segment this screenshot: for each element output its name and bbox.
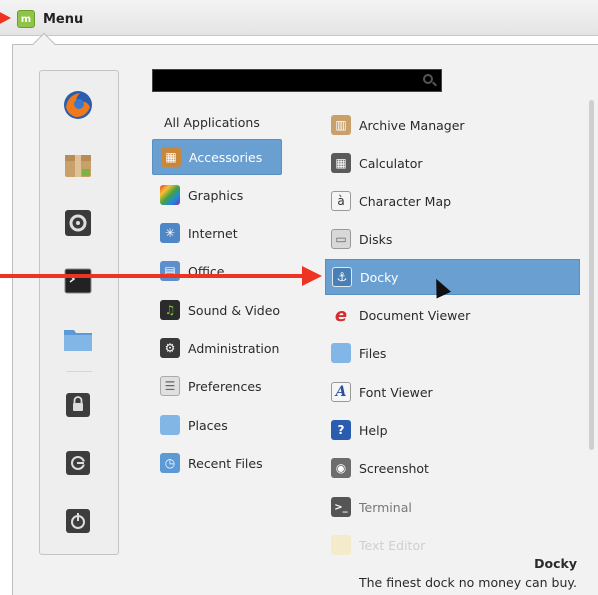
recent-files-icon: ◷ (160, 453, 180, 473)
app-font-viewer[interactable]: A Font Viewer (325, 374, 580, 410)
search-icon (423, 74, 433, 84)
document-viewer-icon: e (334, 304, 348, 326)
preferences-icon: ☰ (160, 376, 180, 396)
files-folder-icon (331, 343, 351, 363)
category-graphics[interactable]: Graphics (152, 177, 282, 213)
screenshot-camera-icon: ◉ (331, 458, 351, 478)
app-label: Screenshot (359, 460, 429, 476)
lock-icon[interactable] (60, 387, 96, 423)
app-label: Help (359, 422, 388, 438)
internet-icon: ✳ (160, 223, 180, 243)
favorites-sidebar (39, 70, 119, 555)
font-viewer-icon: A (331, 382, 351, 402)
accessories-icon: ▦ (161, 147, 181, 167)
app-label: Character Map (359, 193, 452, 209)
search-input[interactable] (152, 69, 442, 92)
category-places[interactable]: Places (152, 407, 282, 443)
places-folder-icon (160, 415, 180, 435)
category-accessories[interactable]: ▦ Accessories (152, 139, 282, 175)
firefox-icon[interactable] (60, 87, 96, 123)
category-label: Sound & Video (188, 302, 281, 318)
settings-icon[interactable] (60, 205, 96, 241)
category-administration[interactable]: ⚙ Administration (152, 330, 282, 366)
logout-icon[interactable] (60, 445, 96, 481)
category-label: Internet (188, 225, 238, 241)
menu-label: Menu (43, 11, 84, 27)
app-archive-manager[interactable]: ▥ Archive Manager (325, 107, 580, 143)
terminal-app-icon: >_ (331, 497, 351, 517)
category-all-applications[interactable]: All Applications (152, 104, 282, 140)
app-files[interactable]: Files (325, 335, 580, 371)
category-label: Graphics (188, 187, 244, 203)
app-label: Document Viewer (359, 307, 471, 323)
text-editor-icon (331, 535, 351, 555)
app-calculator[interactable]: ▦ Calculator (325, 145, 580, 181)
archive-manager-icon: ▥ (331, 115, 351, 135)
app-label: Archive Manager (359, 117, 465, 133)
disks-icon: ▭ (331, 229, 351, 249)
folder-icon[interactable] (60, 321, 96, 357)
app-help[interactable]: ? Help (325, 412, 580, 448)
office-icon: ▤ (160, 261, 180, 281)
category-preferences[interactable]: ☰ Preferences (152, 368, 282, 404)
app-description-text: The finest dock no money can buy. (359, 575, 577, 590)
category-label: All Applications (164, 114, 260, 130)
graphics-icon (160, 185, 180, 205)
category-label: Recent Files (188, 455, 263, 471)
power-icon[interactable] (60, 503, 96, 539)
character-map-icon: à (331, 191, 351, 211)
app-label: Files (359, 345, 387, 361)
category-label: Places (188, 417, 228, 433)
category-label: Preferences (188, 378, 262, 394)
category-internet[interactable]: ✳ Internet (152, 215, 282, 251)
app-label: Disks (359, 231, 393, 247)
app-docky[interactable]: ⚓ Docky (325, 259, 580, 295)
app-document-viewer[interactable]: e Document Viewer (325, 297, 580, 333)
help-icon: ? (331, 420, 351, 440)
linux-mint-icon: m (17, 10, 35, 28)
category-label: Accessories (189, 149, 263, 165)
app-description-title: Docky (534, 556, 577, 571)
app-label: Text Editor (359, 537, 426, 553)
app-label: Font Viewer (359, 384, 433, 400)
category-recent-files[interactable]: ◷ Recent Files (152, 445, 282, 481)
sound-video-icon: ♫ (160, 300, 180, 320)
app-label: Docky (360, 269, 399, 285)
category-sound-video[interactable]: ♫ Sound & Video (152, 292, 282, 328)
app-character-map[interactable]: à Character Map (325, 183, 580, 219)
app-label: Terminal (359, 499, 412, 515)
docky-anchor-icon: ⚓ (332, 267, 352, 287)
apps-scrollbar[interactable] (589, 100, 594, 450)
category-label: Administration (188, 340, 280, 356)
calculator-icon: ▦ (331, 153, 351, 173)
top-panel: m Menu (0, 0, 598, 36)
category-office[interactable]: ▤ Office (152, 253, 282, 289)
app-screenshot[interactable]: ◉ Screenshot (325, 450, 580, 486)
app-disks[interactable]: ▭ Disks (325, 221, 580, 257)
package-icon[interactable] (60, 147, 96, 183)
app-terminal[interactable]: >_ Terminal (325, 489, 580, 525)
menu-button[interactable]: m Menu (17, 9, 83, 29)
app-label: Calculator (359, 155, 423, 171)
administration-icon: ⚙ (160, 338, 180, 358)
terminal-icon[interactable] (60, 263, 96, 299)
favorites-divider (66, 371, 92, 372)
